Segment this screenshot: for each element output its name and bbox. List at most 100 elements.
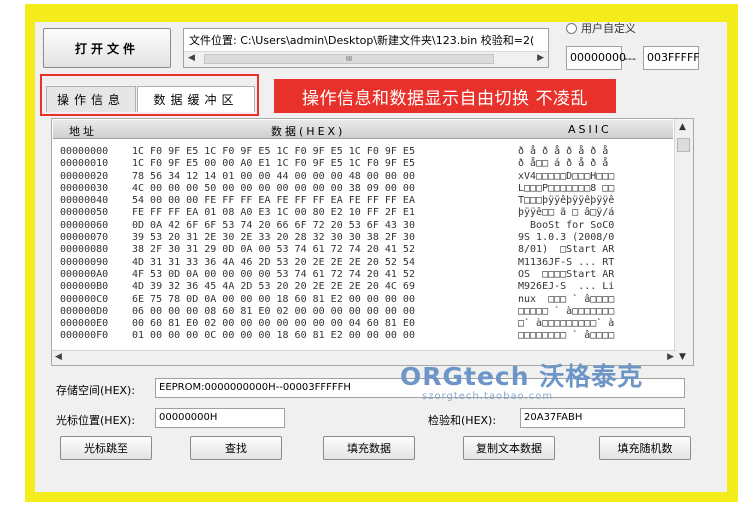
hex-address-cell: 00000080	[60, 244, 109, 256]
path-scroll-thumb[interactable]: III	[204, 54, 494, 64]
watermark-url: szorgtech.taobao.com	[422, 391, 554, 402]
hex-address-cell: 00000020	[60, 170, 109, 182]
hex-bytes-cell: 4D 31 31 33 36 4A 46 2D 53 20 2E 2E 2E 2…	[132, 256, 415, 268]
hex-address-cell: 00000000	[60, 146, 109, 157]
hex-address-cell: 000000D0	[60, 305, 109, 317]
fill-data-button[interactable]: 填充数据	[323, 436, 415, 460]
hex-row[interactable]: 00000050 FE FF FF EA 01 08 A0 E3 1C 00 80…	[60, 207, 680, 219]
scroll-down-icon[interactable]: ▼	[679, 352, 686, 362]
hex-row[interactable]: 000000B0 4D 39 32 36 45 4A 2D 53 20 20 2E…	[60, 281, 680, 293]
hex-bytes-cell: 4C 00 00 00 50 00 00 00 00 00 00 00 38 0…	[132, 182, 415, 194]
open-file-button[interactable]: 打开文件	[43, 28, 171, 68]
hex-ascii-cell: xV4□□□□□D□□□H□□□	[518, 170, 615, 182]
header-data: 数据(HEX)	[271, 125, 346, 138]
hex-bytes-cell: 6E 75 78 0D 0A 00 00 00 18 60 81 E2 00 0…	[132, 293, 415, 305]
hex-scroll-thumb[interactable]	[677, 138, 690, 152]
hex-bytes-cell: 00 60 81 E0 02 00 00 00 00 00 00 00 04 6…	[132, 318, 415, 330]
custom-range-label: 用户自定义	[581, 22, 636, 35]
hex-address-cell: 00000050	[60, 207, 109, 219]
file-path-box: 文件位置: C:\Users\admin\Desktop\新建文件夹\123.b…	[183, 28, 549, 68]
annotation-banner: 操作信息和数据显示自由切换 不凌乱	[274, 79, 616, 113]
hex-address-cell: 00000090	[60, 256, 109, 268]
hex-row[interactable]: 00000010 1C F0 9F E5 00 00 A0 E1 1C F0 9F…	[60, 158, 680, 170]
scroll-up-icon[interactable]: ▲	[679, 122, 686, 132]
hex-address-cell: 00000040	[60, 195, 109, 207]
hex-address-cell: 00000070	[60, 232, 109, 244]
hex-row[interactable]: 000000C0 6E 75 78 0D 0A 00 00 00 18 60 81…	[60, 294, 680, 306]
hex-row[interactable]: 00000080 38 2F 30 31 29 0D 0A 00 53 74 61…	[60, 244, 680, 256]
hex-bytes-cell: 1C F0 9F E5 00 00 A0 E1 1C F0 9F E5 1C F…	[132, 158, 415, 170]
range-start-field[interactable]: 00000000	[566, 46, 626, 70]
hex-scroll-left-icon[interactable]: ◀	[55, 352, 62, 362]
hex-address-cell: 000000B0	[60, 281, 109, 293]
hex-ascii-cell: 8/01) □Start AR	[518, 244, 615, 256]
hex-row[interactable]: 000000F0 01 00 00 00 0C 00 00 00 18 60 81…	[60, 330, 680, 342]
cursor-jump-button[interactable]: 光标跳至	[60, 436, 152, 460]
hex-ascii-cell: BooSt for SoC0	[518, 219, 615, 231]
scroll-right-icon[interactable]: ▶	[537, 53, 544, 63]
watermark: ORGtech 沃格泰克 szorgtech.taobao.com	[400, 357, 660, 405]
checksum-field: 20A37FABH	[520, 408, 685, 428]
hex-bytes-cell: 4D 39 32 36 45 4A 2D 53 20 20 2E 2E 2E 2…	[132, 281, 415, 293]
hex-bytes-cell: 01 00 00 00 0C 00 00 00 18 60 81 E2 00 0…	[132, 330, 415, 342]
find-button[interactable]: 查找	[190, 436, 282, 460]
checksum-label: 检验和(HEX):	[428, 414, 497, 427]
storage-label: 存储空间(HEX):	[56, 384, 136, 397]
hex-bytes-cell: 38 2F 30 31 29 0D 0A 00 53 74 61 72 74 2…	[132, 244, 415, 256]
hex-address-cell: 000000E0	[60, 318, 109, 330]
hex-bytes-cell: FE FF FF EA 01 08 A0 E3 1C 00 80 E2 10 F…	[132, 207, 415, 219]
hex-view[interactable]: 地址 数据(HEX) ASIIC 00000000 1C F0 9F E5 1C …	[51, 118, 694, 366]
hex-ascii-cell: ð å□□ á ð å ð å	[518, 158, 609, 170]
hex-row[interactable]: 00000030 4C 00 00 00 50 00 00 00 00 00 00…	[60, 183, 680, 195]
hex-bytes-cell: 4F 53 0D 0A 00 00 00 00 53 74 61 72 74 2…	[132, 268, 415, 280]
scroll-left-icon[interactable]: ◀	[188, 53, 195, 63]
hex-scroll-right-icon[interactable]: ▶	[667, 352, 674, 362]
hex-vertical-scrollbar[interactable]: ▲ ▼	[674, 119, 693, 365]
hex-row[interactable]: 00000070 39 53 20 31 2E 30 2E 33 20 28 32…	[60, 232, 680, 244]
hex-bytes-cell: 78 56 34 12 14 01 00 00 44 00 00 00 48 0…	[132, 170, 415, 182]
hex-row[interactable]: 000000E0 00 60 81 E0 02 00 00 00 00 00 00…	[60, 318, 680, 330]
watermark-brand: ORGtech 沃格泰克	[400, 362, 644, 391]
hex-address-cell: 000000C0	[60, 293, 109, 305]
hex-row[interactable]: 000000A0 4F 53 0D 0A 00 00 00 00 53 74 61…	[60, 269, 680, 281]
hex-ascii-cell: nux □□□ ` â□□□□	[518, 293, 615, 305]
hex-ascii-cell: ð å ð å ð å ð å	[518, 146, 609, 157]
hex-address-cell: 000000A0	[60, 268, 109, 280]
hex-ascii-cell: OS □□□□Start AR	[518, 268, 615, 280]
hex-bytes-cell: 1C F0 9F E5 1C F0 9F E5 1C F0 9F E5 1C F…	[132, 146, 415, 157]
hex-address-cell: 00000060	[60, 219, 109, 231]
hex-bytes-cell: 06 00 00 00 08 60 81 E0 02 00 00 00 00 0…	[132, 305, 415, 317]
radio-circle-icon[interactable]	[566, 22, 577, 34]
cursor-field[interactable]: 00000000H	[155, 408, 285, 428]
copy-text-button[interactable]: 复制文本数据	[463, 436, 555, 460]
tab-data-buffer[interactable]: 数据缓冲区	[137, 86, 255, 112]
hex-bytes-cell: 39 53 20 31 2E 30 2E 33 20 28 32 30 30 3…	[132, 232, 415, 244]
tab-operation-info[interactable]: 操作信息	[46, 86, 136, 112]
header-address: 地址	[69, 125, 97, 138]
hex-header: 地址 数据(HEX) ASIIC	[53, 120, 673, 139]
hex-address-cell: 00000030	[60, 182, 109, 194]
hex-row[interactable]: 00000090 4D 31 31 33 36 4A 46 2D 53 20 2E…	[60, 257, 680, 269]
custom-range-radio[interactable]: 用户自定义	[566, 20, 636, 36]
hex-row[interactable]: 000000D0 06 00 00 00 08 60 81 E0 02 00 00…	[60, 306, 680, 318]
hex-bytes-cell: 54 00 00 00 FE FF FF EA FE FF FF EA FE F…	[132, 195, 415, 207]
range-end-field[interactable]: 003FFFFF	[643, 46, 700, 70]
hex-ascii-cell: □` à□□□□□□□□□` à	[518, 318, 615, 330]
cursor-label: 光标位置(HEX):	[56, 414, 136, 427]
hex-ascii-cell: M1136JF-S ... RT	[518, 256, 615, 268]
hex-row[interactable]: 00000020 78 56 34 12 14 01 00 00 44 00 00…	[60, 171, 680, 183]
hex-address-cell: 000000F0	[60, 330, 109, 342]
hex-address-cell: 00000010	[60, 158, 109, 170]
range-separator: ---	[624, 52, 636, 65]
hex-row[interactable]: 00000060 0D 0A 42 6F 6F 53 74 20 66 6F 72…	[60, 220, 680, 232]
hex-ascii-cell: □□□□□□□□ ` â□□□□	[518, 330, 615, 342]
hex-row[interactable]: 00000000 1C F0 9F E5 1C F0 9F E5 1C F0 9F…	[60, 146, 680, 158]
hex-row[interactable]: 00000040 54 00 00 00 FE FF FF EA FE FF FF…	[60, 195, 680, 207]
fill-random-button[interactable]: 填充随机数	[599, 436, 691, 460]
hex-ascii-cell: □□□□□ ` à□□□□□□□	[518, 305, 615, 317]
hex-bytes-cell: 0D 0A 42 6F 6F 53 74 20 66 6F 72 20 53 6…	[132, 219, 415, 231]
path-scrollbar[interactable]: ◀ III ▶	[184, 51, 548, 67]
hex-ascii-cell: T□□□þÿÿêþÿÿêþÿÿê	[518, 195, 615, 207]
header-ascii: ASIIC	[568, 123, 612, 136]
hex-ascii-cell: 9S 1.0.3 (2008/0	[518, 232, 615, 244]
